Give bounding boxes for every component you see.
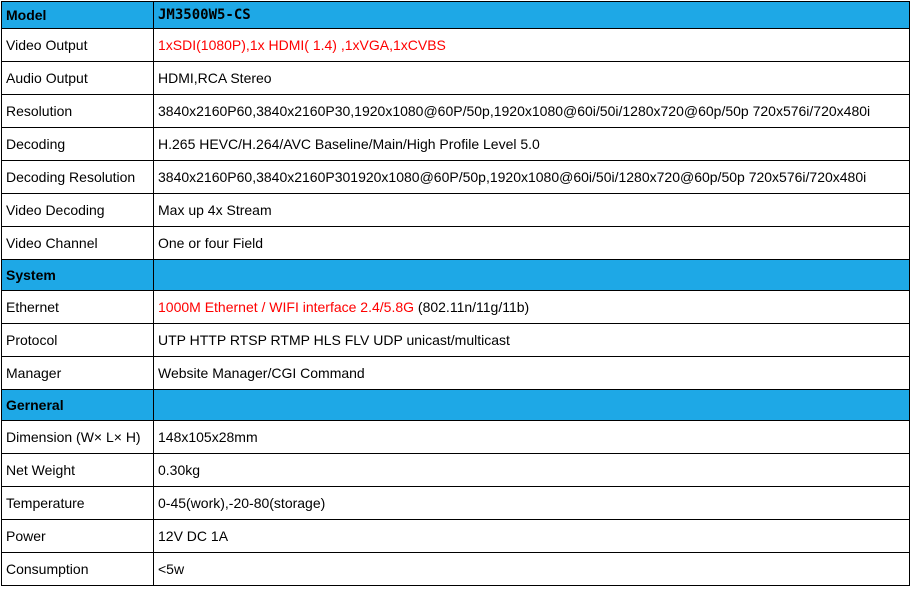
row-label: Video Channel (1, 226, 154, 260)
spec-row-manager: Manager Website Manager/CGI Command (1, 356, 910, 390)
row-value: 12V DC 1A (153, 519, 910, 553)
row-label: Net Weight (1, 453, 154, 487)
spec-table: Model JM3500W5-CS Video Output 1xSDI(108… (1, 1, 910, 586)
section-title: Gerneral (1, 389, 154, 421)
row-value: 0-45(work),-20-80(storage) (153, 486, 910, 520)
row-value: One or four Field (153, 226, 910, 260)
spec-row-power: Power 12V DC 1A (1, 519, 910, 553)
row-label: Ethernet (1, 290, 154, 324)
row-label: Audio Output (1, 61, 154, 95)
row-label: Decoding Resolution (1, 160, 154, 194)
row-label: Decoding (1, 127, 154, 161)
row-value: 1000M Ethernet / WIFI interface 2.4/5.8G… (153, 290, 910, 324)
row-label: Video Decoding (1, 193, 154, 227)
spec-row-ethernet: Ethernet 1000M Ethernet / WIFI interface… (1, 290, 910, 324)
spec-row-decoding-resolution: Decoding Resolution 3840x2160P60,3840x21… (1, 160, 910, 194)
section-title: System (1, 259, 154, 291)
spec-row-video-decoding: Video Decoding Max up 4x Stream (1, 193, 910, 227)
section-filler (153, 389, 910, 421)
spec-row-audio-output: Audio Output HDMI,RCA Stereo (1, 61, 910, 95)
row-label: Temperature (1, 486, 154, 520)
row-label: Video Output (1, 28, 154, 62)
ethernet-standards-text: (802.11n/11g/11b) (414, 299, 530, 315)
spec-row-decoding: Decoding H.265 HEVC/H.264/AVC Baseline/M… (1, 127, 910, 161)
spec-row-video-output: Video Output 1xSDI(1080P),1x HDMI( 1.4) … (1, 28, 910, 62)
spec-row-net-weight: Net Weight 0.30kg (1, 453, 910, 487)
row-value: H.265 HEVC/H.264/AVC Baseline/Main/High … (153, 127, 910, 161)
row-value: 0.30kg (153, 453, 910, 487)
model-label: Model (1, 1, 154, 29)
row-value: HDMI,RCA Stereo (153, 61, 910, 95)
section-header-system: System (1, 259, 910, 291)
row-value: 3840x2160P60,3840x2160P301920x1080@60P/5… (153, 160, 910, 194)
spec-row-consumption: Consumption <5w (1, 552, 910, 586)
row-value: 1xSDI(1080P),1x HDMI( 1.4) ,1xVGA,1xCVBS (153, 28, 910, 62)
model-value: JM3500W5-CS (153, 1, 910, 29)
spec-row-dimension: Dimension (W× L× H) 148x105x28mm (1, 420, 910, 454)
model-row: Model JM3500W5-CS (1, 1, 910, 29)
ethernet-highlight-text: 1000M Ethernet / WIFI interface 2.4/5.8G (158, 299, 415, 315)
row-value: <5w (153, 552, 910, 586)
row-value: Website Manager/CGI Command (153, 356, 910, 390)
spec-row-resolution: Resolution 3840x2160P60,3840x2160P30,192… (1, 94, 910, 128)
row-label: Manager (1, 356, 154, 390)
row-label: Consumption (1, 552, 154, 586)
section-filler (153, 259, 910, 291)
row-label: Resolution (1, 94, 154, 128)
row-value: Max up 4x Stream (153, 193, 910, 227)
row-value: 148x105x28mm (153, 420, 910, 454)
row-value: UTP HTTP RTSP RTMP HLS FLV UDP unicast/m… (153, 323, 910, 357)
row-value: 3840x2160P60,3840x2160P30,1920x1080@60P/… (153, 94, 910, 128)
spec-row-temperature: Temperature 0-45(work),-20-80(storage) (1, 486, 910, 520)
spec-row-protocol: Protocol UTP HTTP RTSP RTMP HLS FLV UDP … (1, 323, 910, 357)
section-header-general: Gerneral (1, 389, 910, 421)
row-label: Protocol (1, 323, 154, 357)
row-label: Power (1, 519, 154, 553)
row-label: Dimension (W× L× H) (1, 420, 154, 454)
spec-row-video-channel: Video Channel One or four Field (1, 226, 910, 260)
